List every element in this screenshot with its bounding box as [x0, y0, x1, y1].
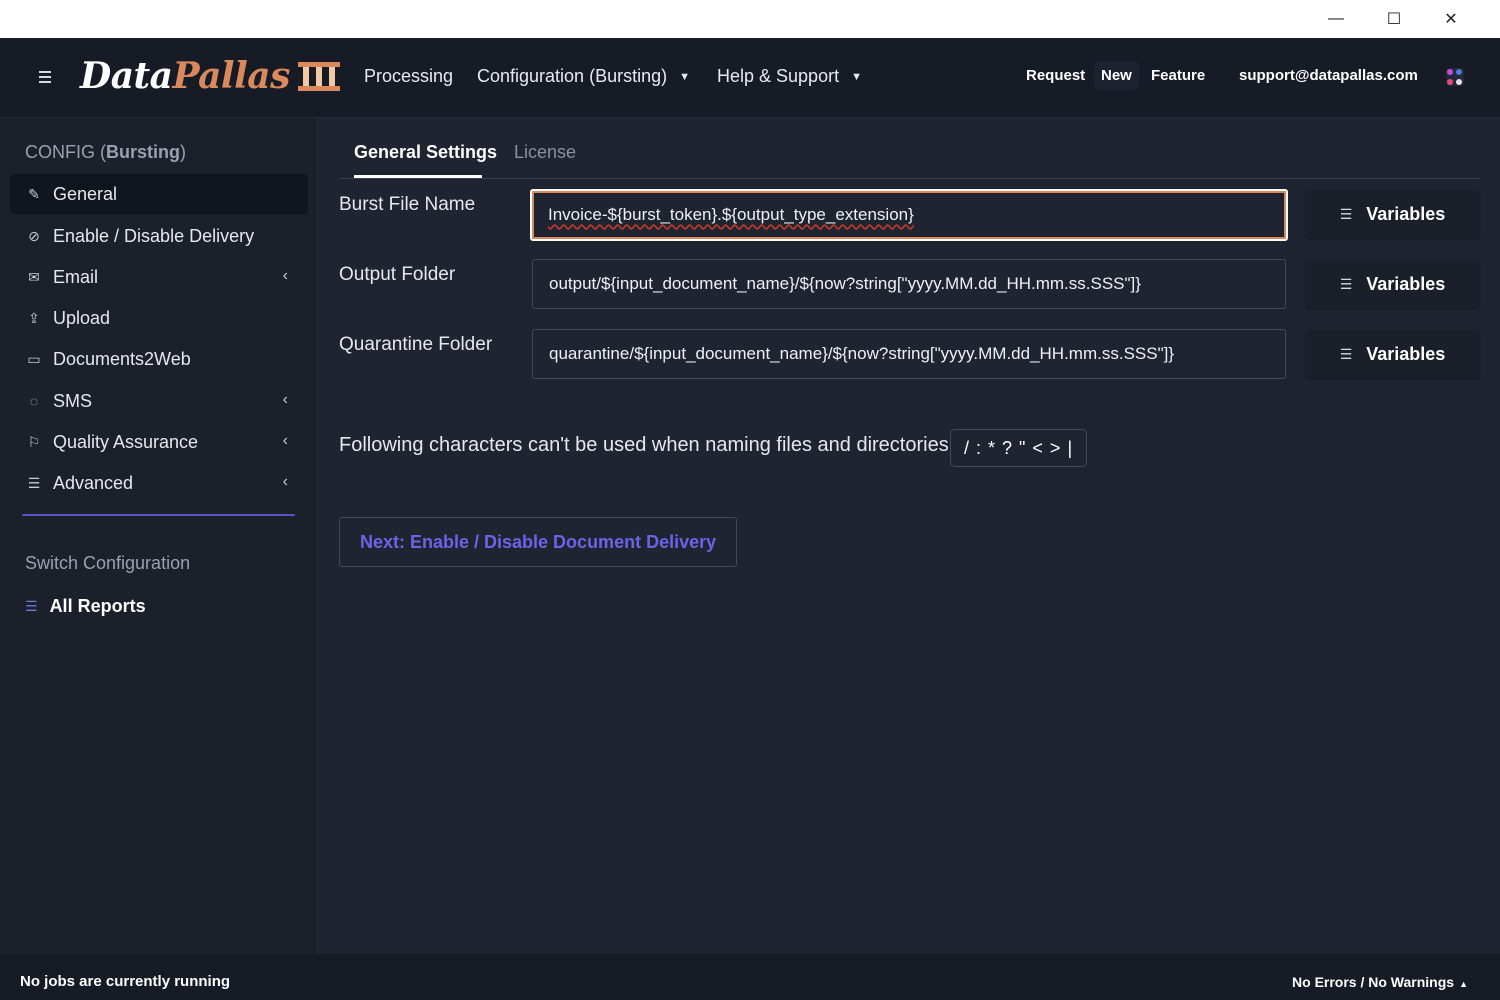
sidebar-item-sms[interactable]: ◌ SMS ‹ — [10, 381, 308, 421]
quarantine-folder-value: quarantine/${input_document_name}/${now?… — [549, 344, 1175, 363]
switch-configuration-header: Switch Configuration — [25, 553, 191, 573]
window-title-bar: — ☐ ✕ — [0, 0, 1500, 38]
sidebar: CONFIG (Bursting) ✎ General ⊘ Enable / D… — [0, 118, 318, 954]
caret-down-icon: ▼ — [851, 70, 862, 83]
chevron-left-icon: ‹ — [282, 267, 288, 284]
caret-up-icon: ▲ — [1459, 979, 1468, 989]
all-reports-label: All Reports — [49, 596, 146, 616]
new-link[interactable]: New — [1094, 61, 1139, 90]
sidebar-item-label: Email — [53, 266, 99, 287]
next-enable-disable-delivery-button[interactable]: Next: Enable / Disable Document Delivery — [339, 517, 738, 567]
pencil-icon: ✎ — [28, 185, 40, 202]
sidebar-divider — [22, 514, 295, 516]
quarantine-folder-label: Quarantine Folder — [339, 334, 493, 355]
nav-help-dropdown[interactable]: Help & Support ▼ — [717, 66, 862, 87]
all-reports-link[interactable]: ☰ All Reports — [25, 596, 146, 617]
sidebar-item-label: Enable / Disable Delivery — [53, 225, 255, 246]
output-folder-input[interactable]: output/${input_document_name}/${now?stri… — [532, 259, 1286, 309]
tab-bar: General Settings License — [339, 118, 1480, 179]
sidebar-item-label: General — [53, 183, 118, 204]
hamburger-menu-icon[interactable] — [34, 66, 56, 88]
caret-down-icon: ▼ — [679, 70, 690, 83]
sidebar-item-label: Upload — [53, 307, 111, 328]
list-icon: ☰ — [1339, 275, 1353, 292]
feature-link[interactable]: Feature — [1151, 67, 1205, 84]
app-logo[interactable]: Data Pallas — [80, 52, 340, 100]
output-folder-value: output/${input_document_name}/${now?stri… — [549, 274, 1141, 293]
active-tab-indicator — [354, 175, 482, 178]
tab-license[interactable]: License — [514, 142, 576, 163]
sidebar-item-label: Advanced — [53, 472, 134, 493]
sidebar-item-advanced[interactable]: ☰ Advanced ‹ — [10, 463, 308, 503]
sidebar-item-quality-assurance[interactable]: ⚐ Quality Assurance ‹ — [10, 422, 308, 462]
check-circle-icon: ⊘ — [28, 227, 40, 244]
sidebar-item-documents2web[interactable]: ▭ Documents2Web — [10, 339, 308, 379]
output-folder-label: Output Folder — [339, 264, 456, 285]
quarantine-folder-variables-button[interactable]: ☰ Variables — [1306, 330, 1479, 378]
quarantine-folder-input[interactable]: quarantine/${input_document_name}/${now?… — [532, 329, 1286, 379]
tab-general-settings[interactable]: General Settings — [354, 142, 497, 163]
flag-icon: ⚐ — [27, 433, 41, 450]
variables-button-label: Variables — [1366, 273, 1446, 294]
list-icon: ☰ — [1339, 205, 1353, 222]
logo-text-data: Data — [80, 55, 173, 97]
nav-configuration-dropdown[interactable]: Configuration (Bursting) ▼ — [477, 66, 690, 87]
burst-file-name-variables-button[interactable]: ☰ Variables — [1306, 190, 1479, 238]
invalid-characters-text: Following characters can't be used when … — [339, 434, 949, 456]
sidebar-item-general[interactable]: ✎ General — [10, 174, 308, 214]
errors-warnings-label: No Errors / No Warnings — [1292, 974, 1455, 990]
maximize-button[interactable]: ☐ — [1366, 0, 1422, 38]
logo-text-pallas: Pallas — [172, 55, 291, 97]
request-link[interactable]: Request — [1026, 67, 1085, 84]
roman-numeral-three-icon — [297, 59, 340, 93]
close-window-button[interactable]: ✕ — [1423, 0, 1479, 38]
chevron-left-icon: ‹ — [282, 473, 288, 490]
chevron-left-icon: ‹ — [282, 391, 288, 408]
sidebar-item-label: Documents2Web — [53, 348, 191, 369]
output-folder-variables-button[interactable]: ☰ Variables — [1306, 260, 1479, 308]
sidebar-item-label: Quality Assurance — [53, 431, 199, 452]
chat-bubble-icon: ◌ — [29, 393, 39, 409]
envelope-icon: ✉ — [28, 268, 40, 285]
sidebar-item-enable-disable-delivery[interactable]: ⊘ Enable / Disable Delivery — [10, 216, 308, 256]
status-bar: No jobs are currently running No Errors … — [0, 954, 1500, 1000]
browser-window-icon: ▭ — [27, 350, 41, 367]
burst-file-name-label: Burst File Name — [339, 194, 476, 215]
sidebar-item-upload[interactable]: ⇪ Upload — [10, 298, 308, 338]
sidebar-header: CONFIG (Bursting) — [25, 142, 186, 162]
errors-warnings-toggle[interactable]: No Errors / No Warnings ▲ — [1292, 974, 1468, 990]
nav-processing-label: Processing — [364, 66, 454, 86]
sidebar-item-email[interactable]: ✉ Email ‹ — [10, 257, 308, 297]
nav-configuration-label: Configuration (Bursting) — [477, 66, 668, 86]
upload-icon: ⇪ — [28, 309, 40, 326]
nav-processing[interactable]: Processing — [364, 66, 453, 87]
main-content: General Settings License Burst File Name… — [319, 118, 1500, 954]
sidebar-item-label: SMS — [53, 390, 93, 411]
variables-button-label: Variables — [1366, 203, 1446, 224]
burst-file-name-input[interactable]: Invoice-${burst_token}.${output_type_ext… — [530, 189, 1288, 241]
variables-button-label: Variables — [1366, 343, 1446, 364]
jobs-status-text: No jobs are currently running — [20, 973, 231, 990]
sliders-icon: ☰ — [27, 474, 41, 491]
apps-grid-icon[interactable] — [1446, 68, 1464, 86]
support-email-link[interactable]: support@datapallas.com — [1239, 67, 1418, 84]
invalid-characters-badge: / : * ? " < > | — [950, 429, 1088, 467]
burst-file-name-value: Invoice-${burst_token}.${output_type_ext… — [548, 205, 914, 224]
minimize-button[interactable]: — — [1308, 0, 1364, 38]
top-navbar: Data Pallas Processing Configuration (Bu… — [0, 38, 1500, 118]
list-icon: ☰ — [25, 598, 38, 614]
nav-help-label: Help & Support — [717, 66, 840, 86]
chevron-left-icon: ‹ — [282, 432, 288, 449]
list-icon: ☰ — [1339, 345, 1353, 362]
